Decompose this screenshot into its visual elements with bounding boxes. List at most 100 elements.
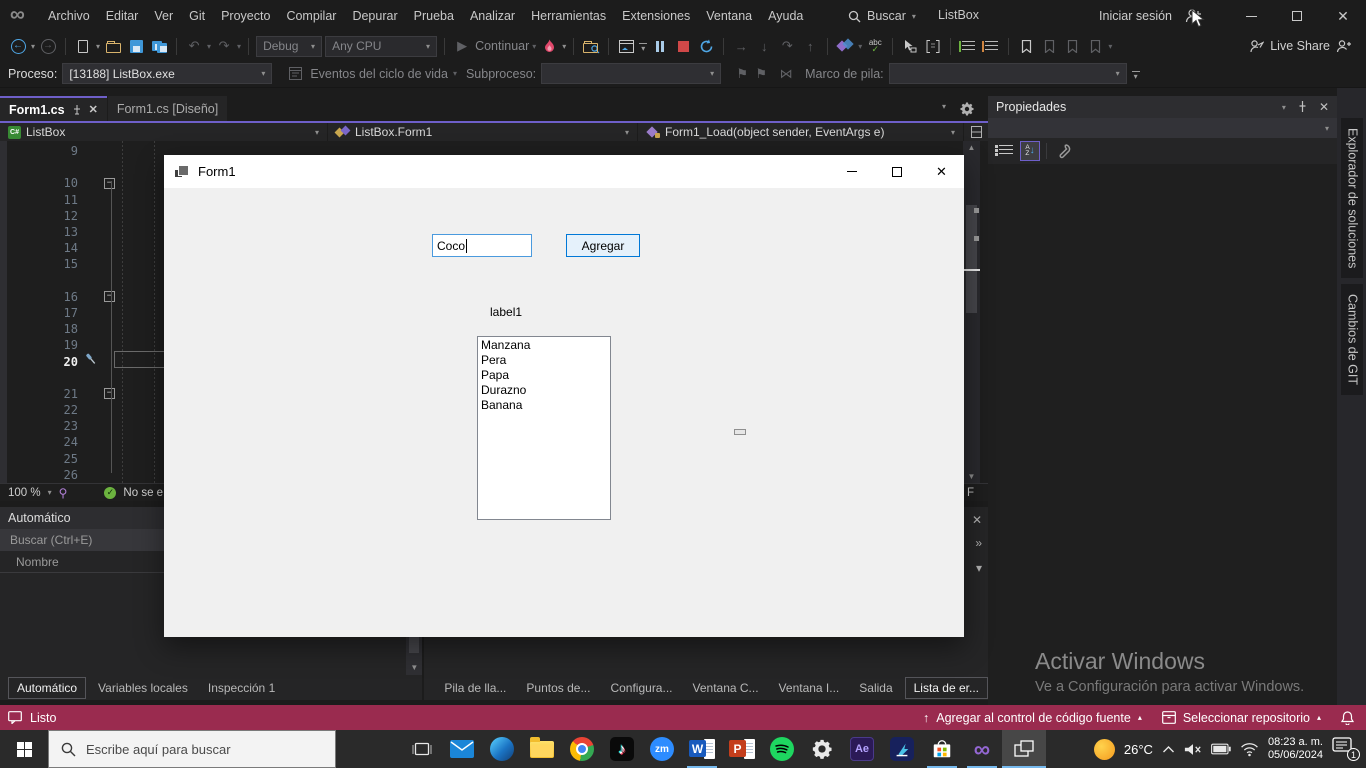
redo-dropdown-icon[interactable]: ▾ xyxy=(237,42,241,51)
pin-icon[interactable] xyxy=(72,105,82,115)
menu-item[interactable]: Analizar xyxy=(462,9,523,23)
form-maximize-button[interactable] xyxy=(874,155,919,188)
search-button[interactable]: Buscar ▾ xyxy=(848,5,916,27)
powerpoint-icon[interactable]: P xyxy=(722,730,762,768)
gear-icon[interactable] xyxy=(960,102,974,116)
next-bookmark-icon[interactable] xyxy=(1062,35,1082,57)
find-in-files-icon[interactable] xyxy=(581,35,601,57)
listbox-item[interactable]: Banana xyxy=(481,398,610,413)
alphabetical-sort-icon[interactable]: AZ↓ xyxy=(1020,141,1040,161)
menu-item[interactable]: Editar xyxy=(98,9,147,23)
member-dropdown[interactable]: Form1_Load(object sender, EventArgs e)▾ xyxy=(638,123,964,141)
pause-icon[interactable] xyxy=(650,35,670,57)
intellitrace-dropdown-icon[interactable]: ▾ xyxy=(858,42,862,51)
form-close-button[interactable]: ✕ xyxy=(919,155,964,188)
sign-in-button[interactable]: Iniciar sesión xyxy=(1099,9,1172,23)
stop-icon[interactable] xyxy=(673,35,693,57)
fruit-textbox[interactable]: Coco xyxy=(432,234,532,257)
processbar-overflow-icon[interactable]: ▾ xyxy=(1132,71,1140,79)
add-to-source-control-button[interactable]: ↑ Agregar al control de código fuente ▴ xyxy=(923,711,1142,725)
lifecycle-dropdown-icon[interactable]: ▾ xyxy=(453,69,457,78)
bell-icon[interactable] xyxy=(1341,711,1354,725)
form1-window[interactable]: Form1 ✕ Coco Agregar label1 ManzanaPeraP… xyxy=(164,155,964,637)
bottom-tab[interactable]: Variables locales xyxy=(90,678,196,698)
project-dropdown[interactable]: C# ListBox▾ xyxy=(0,123,328,141)
weather-icon[interactable] xyxy=(1094,739,1115,760)
menu-item[interactable]: Git xyxy=(181,9,213,23)
fold-collapse-icon[interactable]: − xyxy=(104,178,115,189)
bookmarks-dropdown-icon[interactable]: ▾ xyxy=(1108,42,1112,51)
menu-item[interactable]: Depurar xyxy=(344,9,405,23)
listbox-item[interactable]: Durazno xyxy=(481,383,610,398)
live-share-button[interactable]: Live Share xyxy=(1249,39,1366,53)
panel-overflow-icon[interactable]: » xyxy=(975,536,982,550)
bookmark-icon[interactable] xyxy=(1016,35,1036,57)
after-effects-icon[interactable]: Ae xyxy=(842,730,882,768)
clock[interactable]: 08:23 a. m. 05/06/2024 xyxy=(1268,736,1323,762)
temperature[interactable]: 26°C xyxy=(1124,742,1153,757)
configuration-dropdown[interactable]: Debug▾ xyxy=(256,36,322,57)
toolbar-overflow-icon[interactable]: ▾ xyxy=(639,43,647,51)
flag-threads-icon[interactable]: ⚑ xyxy=(751,63,771,85)
fold-collapse-icon[interactable]: − xyxy=(104,291,115,302)
scrollbar-thumb[interactable] xyxy=(966,205,977,313)
visual-studio-icon[interactable]: ∞ xyxy=(962,730,1002,768)
fold-collapse-icon[interactable]: − xyxy=(104,388,115,399)
menu-item[interactable]: Ayuda xyxy=(760,9,811,23)
bottom-tab[interactable]: Inspección 1 xyxy=(200,678,283,698)
bottom-tab[interactable]: Ventana I... xyxy=(771,678,848,698)
form-title-bar[interactable]: Form1 ✕ xyxy=(164,155,964,188)
format-document-icon[interactable] xyxy=(923,35,943,57)
open-folder-icon[interactable] xyxy=(103,35,123,57)
fruit-listbox[interactable]: ManzanaPeraPapaDuraznoBanana xyxy=(477,336,611,520)
lifecycle-events-label[interactable]: Eventos del ciclo de vida xyxy=(310,67,448,81)
events-wrench-icon[interactable] xyxy=(1053,141,1073,161)
listbox-item[interactable]: Pera xyxy=(481,353,610,368)
stack-frame-dropdown[interactable]: ▾ xyxy=(889,63,1127,84)
wifi-icon[interactable] xyxy=(1240,742,1259,757)
agregar-button[interactable]: Agregar xyxy=(566,234,640,257)
redo-icon[interactable]: ↷ xyxy=(214,35,234,57)
scroll-down-icon[interactable]: ▼ xyxy=(963,472,980,481)
close-panel-icon[interactable]: ✕ xyxy=(1319,100,1329,114)
process-dropdown[interactable]: [13188] ListBox.exe▾ xyxy=(62,63,272,84)
side-tab[interactable]: Explorador de soluciones xyxy=(1341,118,1363,278)
menu-item[interactable]: Ver xyxy=(146,9,181,23)
menu-item[interactable]: Compilar xyxy=(278,9,344,23)
bottom-tab[interactable]: Pila de lla... xyxy=(436,678,514,698)
microsoft-store-icon[interactable] xyxy=(922,730,962,768)
form-minimize-button[interactable] xyxy=(829,155,874,188)
start-button[interactable] xyxy=(0,730,48,768)
zoom-level[interactable]: 100 % xyxy=(8,487,41,499)
scroll-up-icon[interactable]: ▲ xyxy=(963,143,980,152)
lifecycle-events-icon[interactable] xyxy=(285,63,305,85)
panel-dropdown-icon[interactable]: ▾ xyxy=(976,561,982,575)
mail-icon[interactable] xyxy=(442,730,482,768)
solution-home-icon[interactable] xyxy=(616,35,636,57)
intellitrace-icon[interactable] xyxy=(835,35,855,57)
thread-dropdown[interactable]: ▾ xyxy=(541,63,721,84)
feedback-icon[interactable] xyxy=(8,711,22,724)
indent-increase-icon[interactable] xyxy=(981,35,1001,57)
undo-icon[interactable]: ↶ xyxy=(184,35,204,57)
save-icon[interactable] xyxy=(126,35,146,57)
bottom-tab[interactable]: Salida xyxy=(851,678,900,698)
menu-item[interactable]: Herramientas xyxy=(523,9,614,23)
suggestion-icon[interactable]: ⚲ xyxy=(59,486,68,500)
object-selector-dropdown[interactable]: ▾ xyxy=(988,118,1337,138)
new-file-dropdown-icon[interactable]: ▾ xyxy=(96,42,100,51)
settings-gear-icon[interactable] xyxy=(802,730,842,768)
bottom-tab[interactable]: Automático xyxy=(8,677,86,699)
taskbar-search[interactable]: Escribe aquí para buscar xyxy=(48,730,336,768)
tiktok-icon[interactable]: ♪ xyxy=(602,730,642,768)
categorized-icon[interactable] xyxy=(994,141,1014,161)
navigate-forward-icon[interactable]: → xyxy=(38,35,58,57)
edge-icon[interactable] xyxy=(482,730,522,768)
close-panel-icon[interactable]: ✕ xyxy=(972,513,982,527)
close-tab-icon[interactable]: ✕ xyxy=(89,103,98,116)
undo-dropdown-icon[interactable]: ▾ xyxy=(207,42,211,51)
indent-decrease-icon[interactable] xyxy=(958,35,978,57)
bottom-tab[interactable]: Ventana C... xyxy=(685,678,767,698)
continue-label[interactable]: Continuar xyxy=(475,39,529,53)
minimize-button[interactable] xyxy=(1228,0,1274,32)
